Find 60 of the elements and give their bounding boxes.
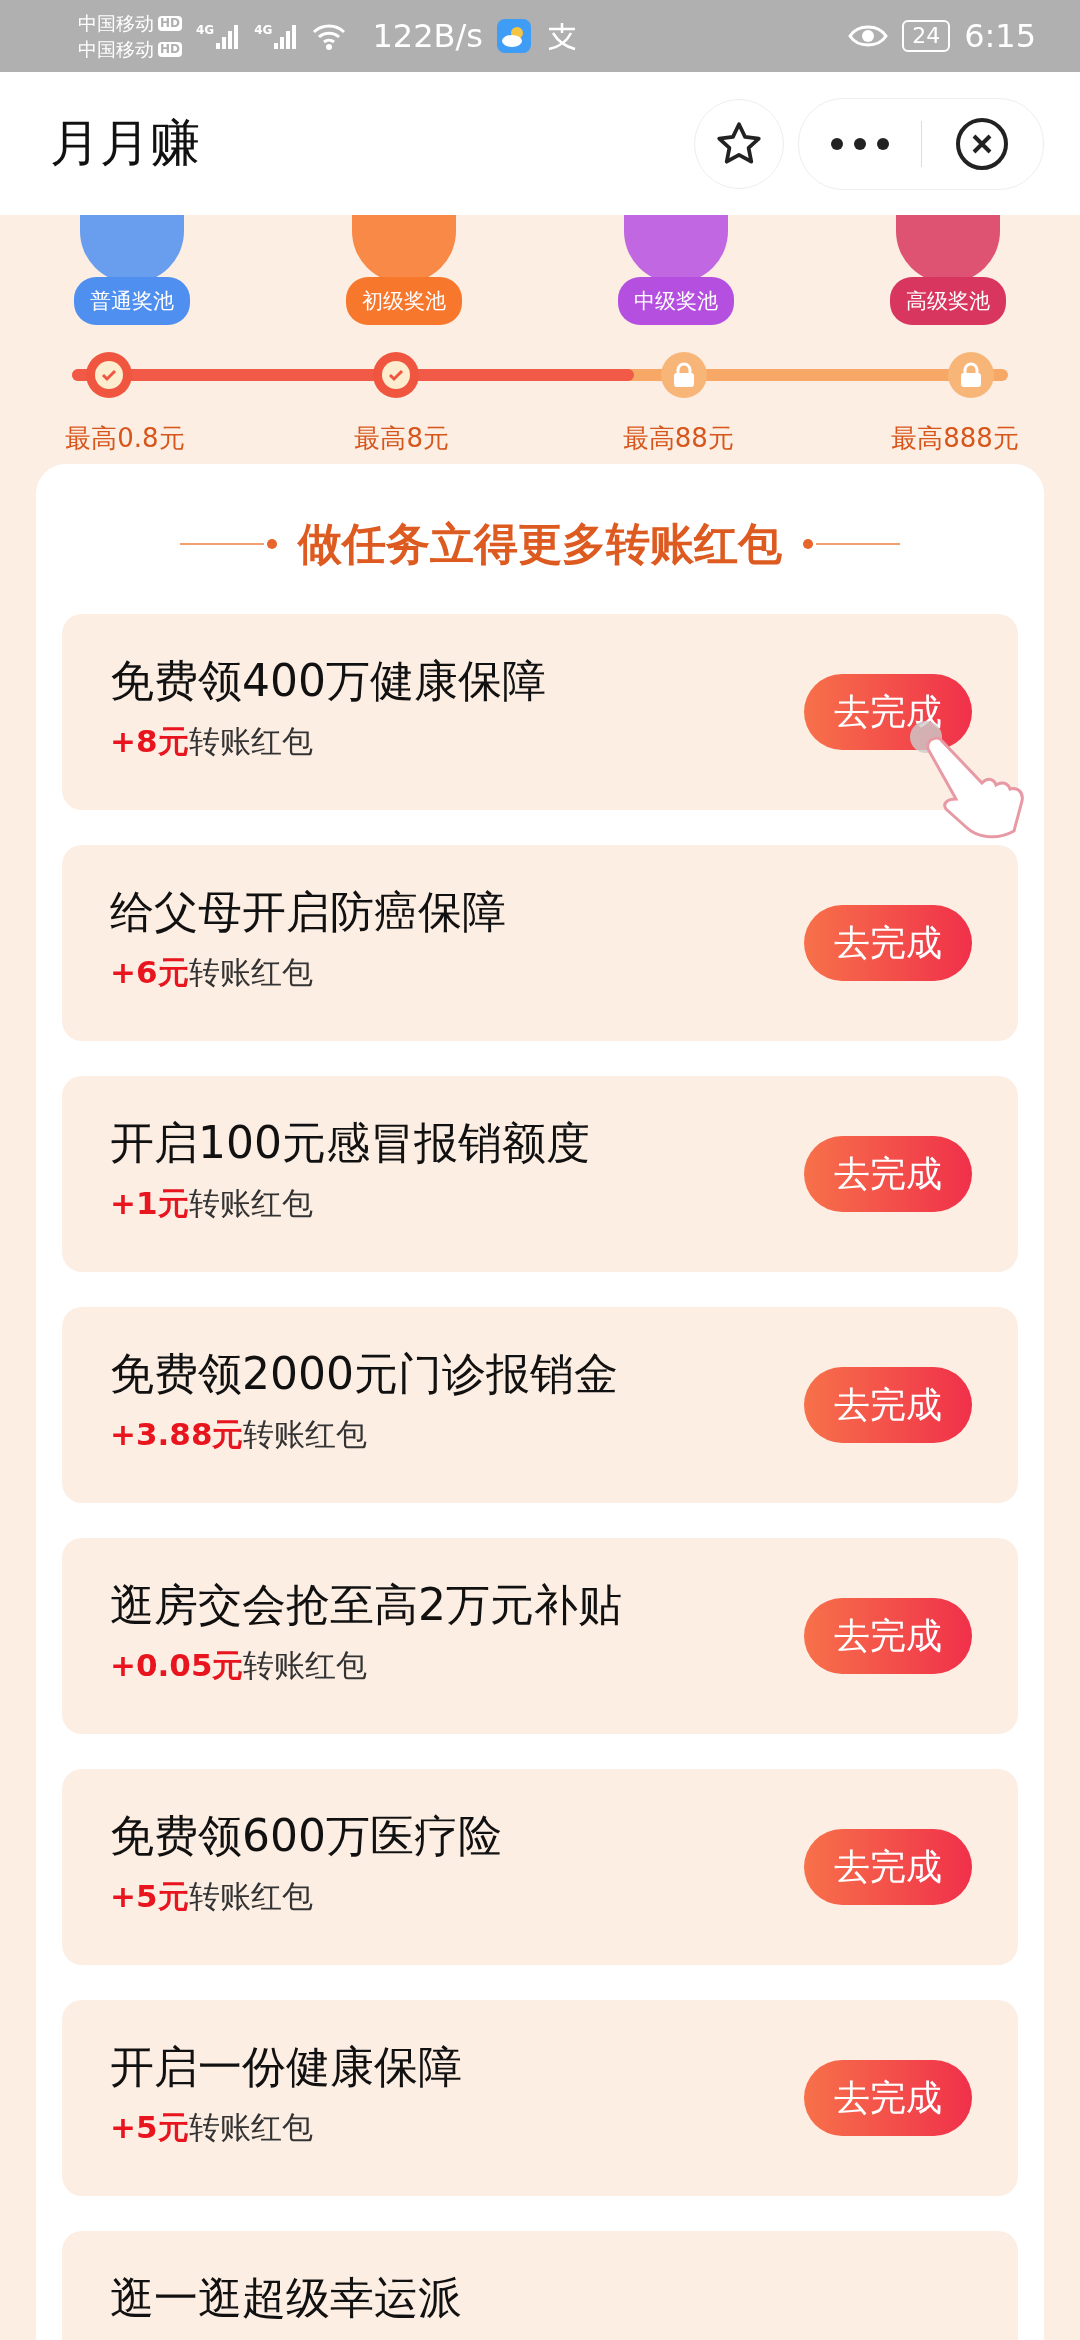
complete-button[interactable]: 去完成 (804, 905, 972, 981)
close-icon (955, 116, 1010, 171)
bonus-amount: +5元 (110, 1877, 189, 1916)
right-ornament-icon (800, 537, 900, 551)
network-type: 4G (196, 23, 215, 37)
task-title: 开启100元感冒报销额度 (110, 1116, 591, 1170)
bonus-label: 转账红包 (188, 953, 313, 992)
bonus-amount: +6元 (110, 953, 189, 992)
carrier-name: 中国移动 (78, 37, 154, 61)
prize-pool-label: 普通奖池 (74, 277, 190, 325)
task-title: 开启一份健康保障 (110, 2040, 463, 2094)
bonus-amount: +3.88元 (110, 1415, 244, 1454)
hd-badge: HD (158, 41, 182, 57)
complete-button[interactable]: 去完成 (804, 674, 972, 750)
task-title: 给父母开启防癌保障 (110, 885, 507, 939)
bonus-amount: +0.05元 (110, 1646, 244, 1685)
prize-pool-label: 初级奖池 (346, 277, 462, 325)
network-type: 4G (254, 23, 273, 37)
task-title: 免费领2000元门诊报销金 (110, 1347, 619, 1401)
complete-button[interactable]: 去完成 (804, 1367, 972, 1443)
network-speed: 122B/s (372, 17, 483, 55)
clock-time: 6:15 (964, 17, 1036, 55)
task-title: 免费领600万医疗险 (110, 1809, 503, 1863)
hd-badge: HD (158, 15, 182, 31)
bonus-label: 转账红包 (188, 1184, 313, 1223)
bonus-label: 转账红包 (188, 1877, 313, 1916)
prize-pool-label: 高级奖池 (890, 277, 1006, 325)
bonus-label: 转账红包 (188, 722, 313, 761)
task-title: 逛房交会抢至高2万元补贴 (110, 1578, 623, 1632)
signal-icon (274, 23, 299, 49)
check-icon (381, 360, 412, 390)
signal-icon (216, 23, 241, 49)
check-icon (94, 360, 124, 390)
max-reward: 最高888元 (890, 422, 1020, 455)
wifi-icon (312, 22, 347, 50)
lock-icon (671, 362, 696, 388)
prize-pool-label: 中级奖池 (618, 277, 734, 325)
lock-icon (959, 362, 983, 388)
bonus-amount: +1元 (110, 1184, 189, 1223)
max-reward: 最高88元 (621, 422, 735, 455)
task-title: 免费领400万健康保障 (110, 654, 547, 708)
bonus-label: 转账红包 (243, 1415, 368, 1454)
more-icon (829, 136, 890, 151)
carrier-name: 中国移动 (78, 11, 154, 35)
complete-button[interactable]: 去完成 (804, 1598, 972, 1674)
section-heading: 做任务立得更多转账红包 (298, 516, 782, 571)
max-reward: 最高0.8元 (64, 422, 186, 455)
bonus-label: 转账红包 (188, 2108, 313, 2147)
left-ornament-icon (180, 537, 280, 551)
max-reward: 最高8元 (353, 422, 450, 455)
complete-button[interactable]: 去完成 (804, 2060, 972, 2136)
task-title: 逛一逛超级幸运派 (110, 2271, 463, 2325)
page-title: 月月赚 (50, 113, 201, 174)
weather-app-icon (496, 19, 531, 53)
bonus-amount: +5元 (110, 2108, 189, 2147)
complete-button[interactable]: 去完成 (804, 1829, 972, 1905)
complete-button[interactable]: 去完成 (804, 1136, 972, 1212)
battery-level: 24 (902, 20, 951, 52)
bonus-amount: +8元 (110, 722, 189, 761)
bonus-label: 转账红包 (243, 1646, 368, 1685)
